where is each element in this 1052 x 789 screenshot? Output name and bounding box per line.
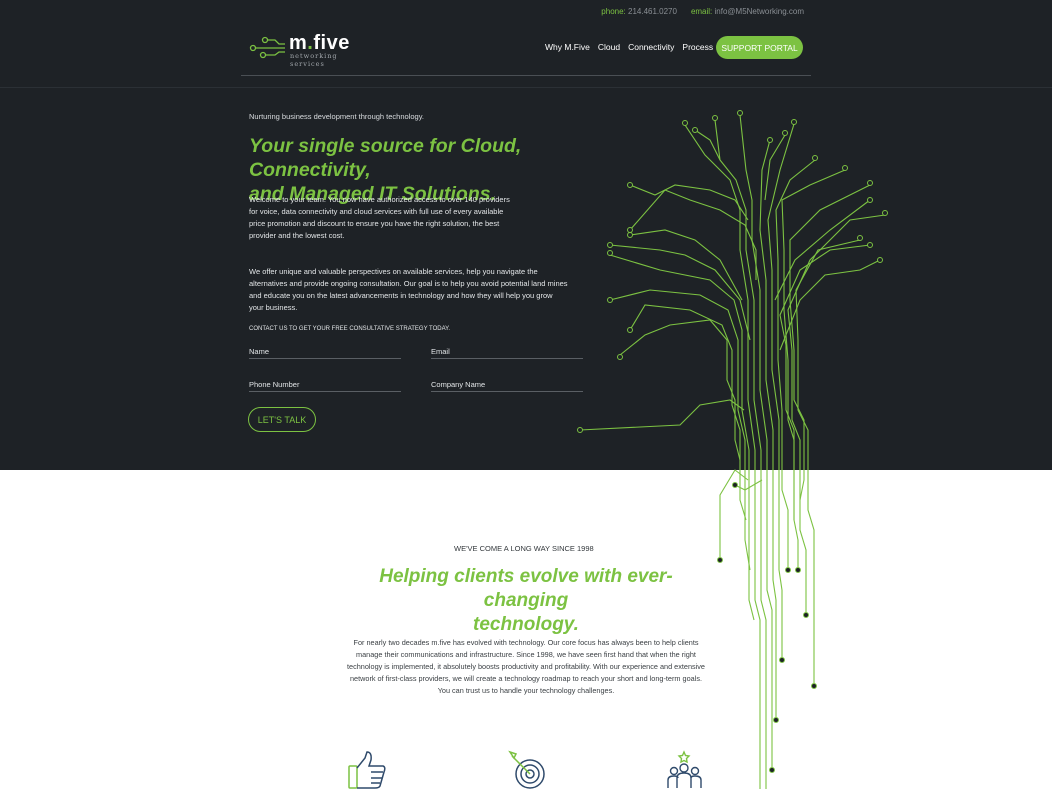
thumbs-up-icon: [348, 751, 386, 789]
nav-why-mfive[interactable]: Why M.Five: [545, 42, 590, 52]
lets-talk-button[interactable]: LET'S TALK: [248, 407, 316, 432]
email-label: email:: [690, 7, 713, 16]
name-field[interactable]: [249, 345, 401, 359]
header-divider: [241, 75, 811, 76]
phone-label: phone:: [601, 7, 626, 16]
about-overline: WE'VE COME A LONG WAY SINCE 1998: [454, 544, 594, 553]
contact-bar: phone: 214.461.0270 email: info@M5Networ…: [601, 7, 804, 16]
nav-process[interactable]: Process: [682, 42, 713, 52]
phone-field[interactable]: [249, 378, 401, 392]
email-field[interactable]: [431, 345, 583, 359]
phone-number: 214.461.0270: [628, 7, 677, 16]
logo[interactable]: m.five networking services: [249, 32, 369, 68]
divider: [0, 87, 1052, 88]
company-field[interactable]: [431, 378, 583, 392]
target-icon: [508, 750, 545, 789]
email-address: info@M5Networking.com: [714, 7, 804, 16]
circuit-logo-icon: [249, 36, 285, 59]
nav-cloud[interactable]: Cloud: [598, 42, 620, 52]
email-link[interactable]: email: info@M5Networking.com: [691, 7, 804, 16]
hero-body: We offer unique and valuable perspective…: [249, 267, 568, 312]
team-icon: [667, 750, 702, 788]
about-title: Helping clients evolve with ever-changin…: [346, 565, 706, 637]
cta-text: CONTACT US TO GET YOUR FREE CONSULTATIVE…: [249, 326, 451, 332]
about-title-line-1: Helping clients evolve with ever-changin…: [379, 566, 673, 611]
about-body: For nearly two decades m.five has evolve…: [346, 638, 705, 695]
main-nav: Why M.Five Cloud Connectivity Process: [545, 42, 713, 52]
nav-connectivity[interactable]: Connectivity: [628, 42, 674, 52]
hero-intro: Welcome to your team. You now have autho…: [249, 195, 510, 240]
support-portal-button[interactable]: SUPPORT PORTAL: [716, 36, 803, 59]
about-title-line-2: technology.: [473, 614, 579, 635]
tagline: Nurturing business development through t…: [249, 112, 424, 121]
logo-subtitle: networking services: [290, 52, 338, 68]
phone-link[interactable]: phone: 214.461.0270: [601, 7, 677, 16]
hero-title-line-1: Your single source for Cloud, Connectivi…: [249, 135, 522, 181]
